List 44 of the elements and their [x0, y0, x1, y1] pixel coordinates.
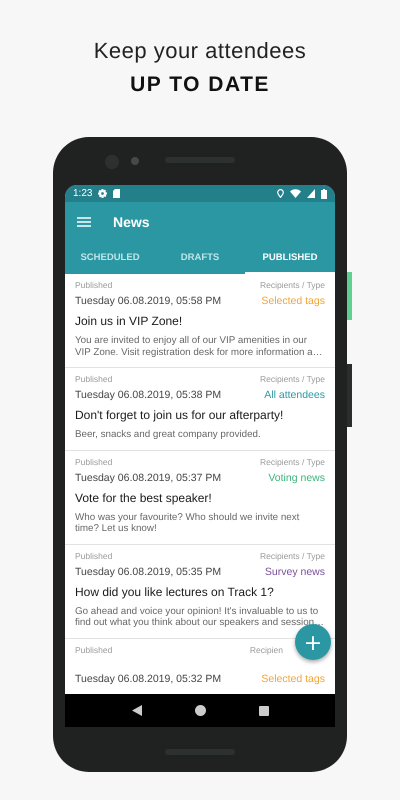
status-label: Published: [75, 374, 112, 384]
gear-icon: [98, 189, 108, 198]
recipient-type: Survey news: [264, 566, 325, 578]
recipients-label: Recipients / Type: [260, 374, 325, 384]
recipient-type: Selected tags: [261, 295, 325, 307]
news-date: Tuesday 06.08.2019, 05:58 PM: [75, 295, 222, 307]
menu-icon[interactable]: [77, 217, 91, 227]
status-label: Published: [75, 280, 112, 290]
signal-icon: [307, 189, 315, 198]
home-icon[interactable]: [194, 705, 206, 716]
wifi-icon: [290, 189, 301, 198]
headline-emphasis: UP TO DATE: [130, 73, 270, 97]
recipient-type: All attendees: [264, 389, 325, 401]
sd-card-icon: [113, 189, 120, 198]
news-body: Beer, snacks and great company provided.: [75, 429, 262, 440]
news-title: How did you like lectures on Track 1?: [75, 584, 275, 598]
sensor-icon: [131, 157, 139, 165]
news-title: Don't forget to join us for our afterparty!: [75, 408, 284, 422]
news-title: Vote for the best speaker!: [75, 490, 213, 504]
recipients-label: Recipients / Type: [260, 456, 325, 466]
news-date: Tuesday 06.08.2019, 05:38 PM: [75, 389, 222, 401]
status-label: Published: [75, 456, 112, 466]
news-date: Tuesday 06.08.2019, 05:32 PM: [75, 672, 222, 684]
recipients-label: Recipien: [250, 644, 283, 654]
news-body: You are invited to enjoy all of our VIP amenities in our VIP Zone. Visit registration desk for more information a…: [75, 335, 324, 358]
overview-icon[interactable]: [258, 706, 268, 716]
tab[interactable]: SCHEDULED: [65, 242, 155, 274]
status-time: 1:23: [73, 188, 92, 199]
headline: Keep your attendees: [94, 38, 306, 64]
status-label: Published: [75, 550, 112, 560]
recipient-type: Selected tags: [261, 672, 325, 684]
location-icon: [277, 189, 284, 198]
news-date: Tuesday 06.08.2019, 05:37 PM: [75, 472, 222, 484]
tab[interactable]: DRAFTS: [155, 242, 245, 274]
app-bar-title: News: [113, 214, 150, 230]
status-label: Published: [75, 644, 112, 654]
recipient-type: Voting news: [268, 472, 325, 484]
news-date: Tuesday 06.08.2019, 05:35 PM: [75, 566, 222, 578]
news-title: Join us in VIP Zone!: [75, 314, 184, 328]
battery-icon: [321, 188, 327, 198]
back-icon[interactable]: [132, 705, 142, 716]
news-body: Who was your favourite? Who should we invite next time? Let us know!: [75, 512, 300, 534]
recipients-label: Recipients / Type: [260, 550, 325, 560]
recipients-label: Recipients / Type: [260, 280, 325, 290]
